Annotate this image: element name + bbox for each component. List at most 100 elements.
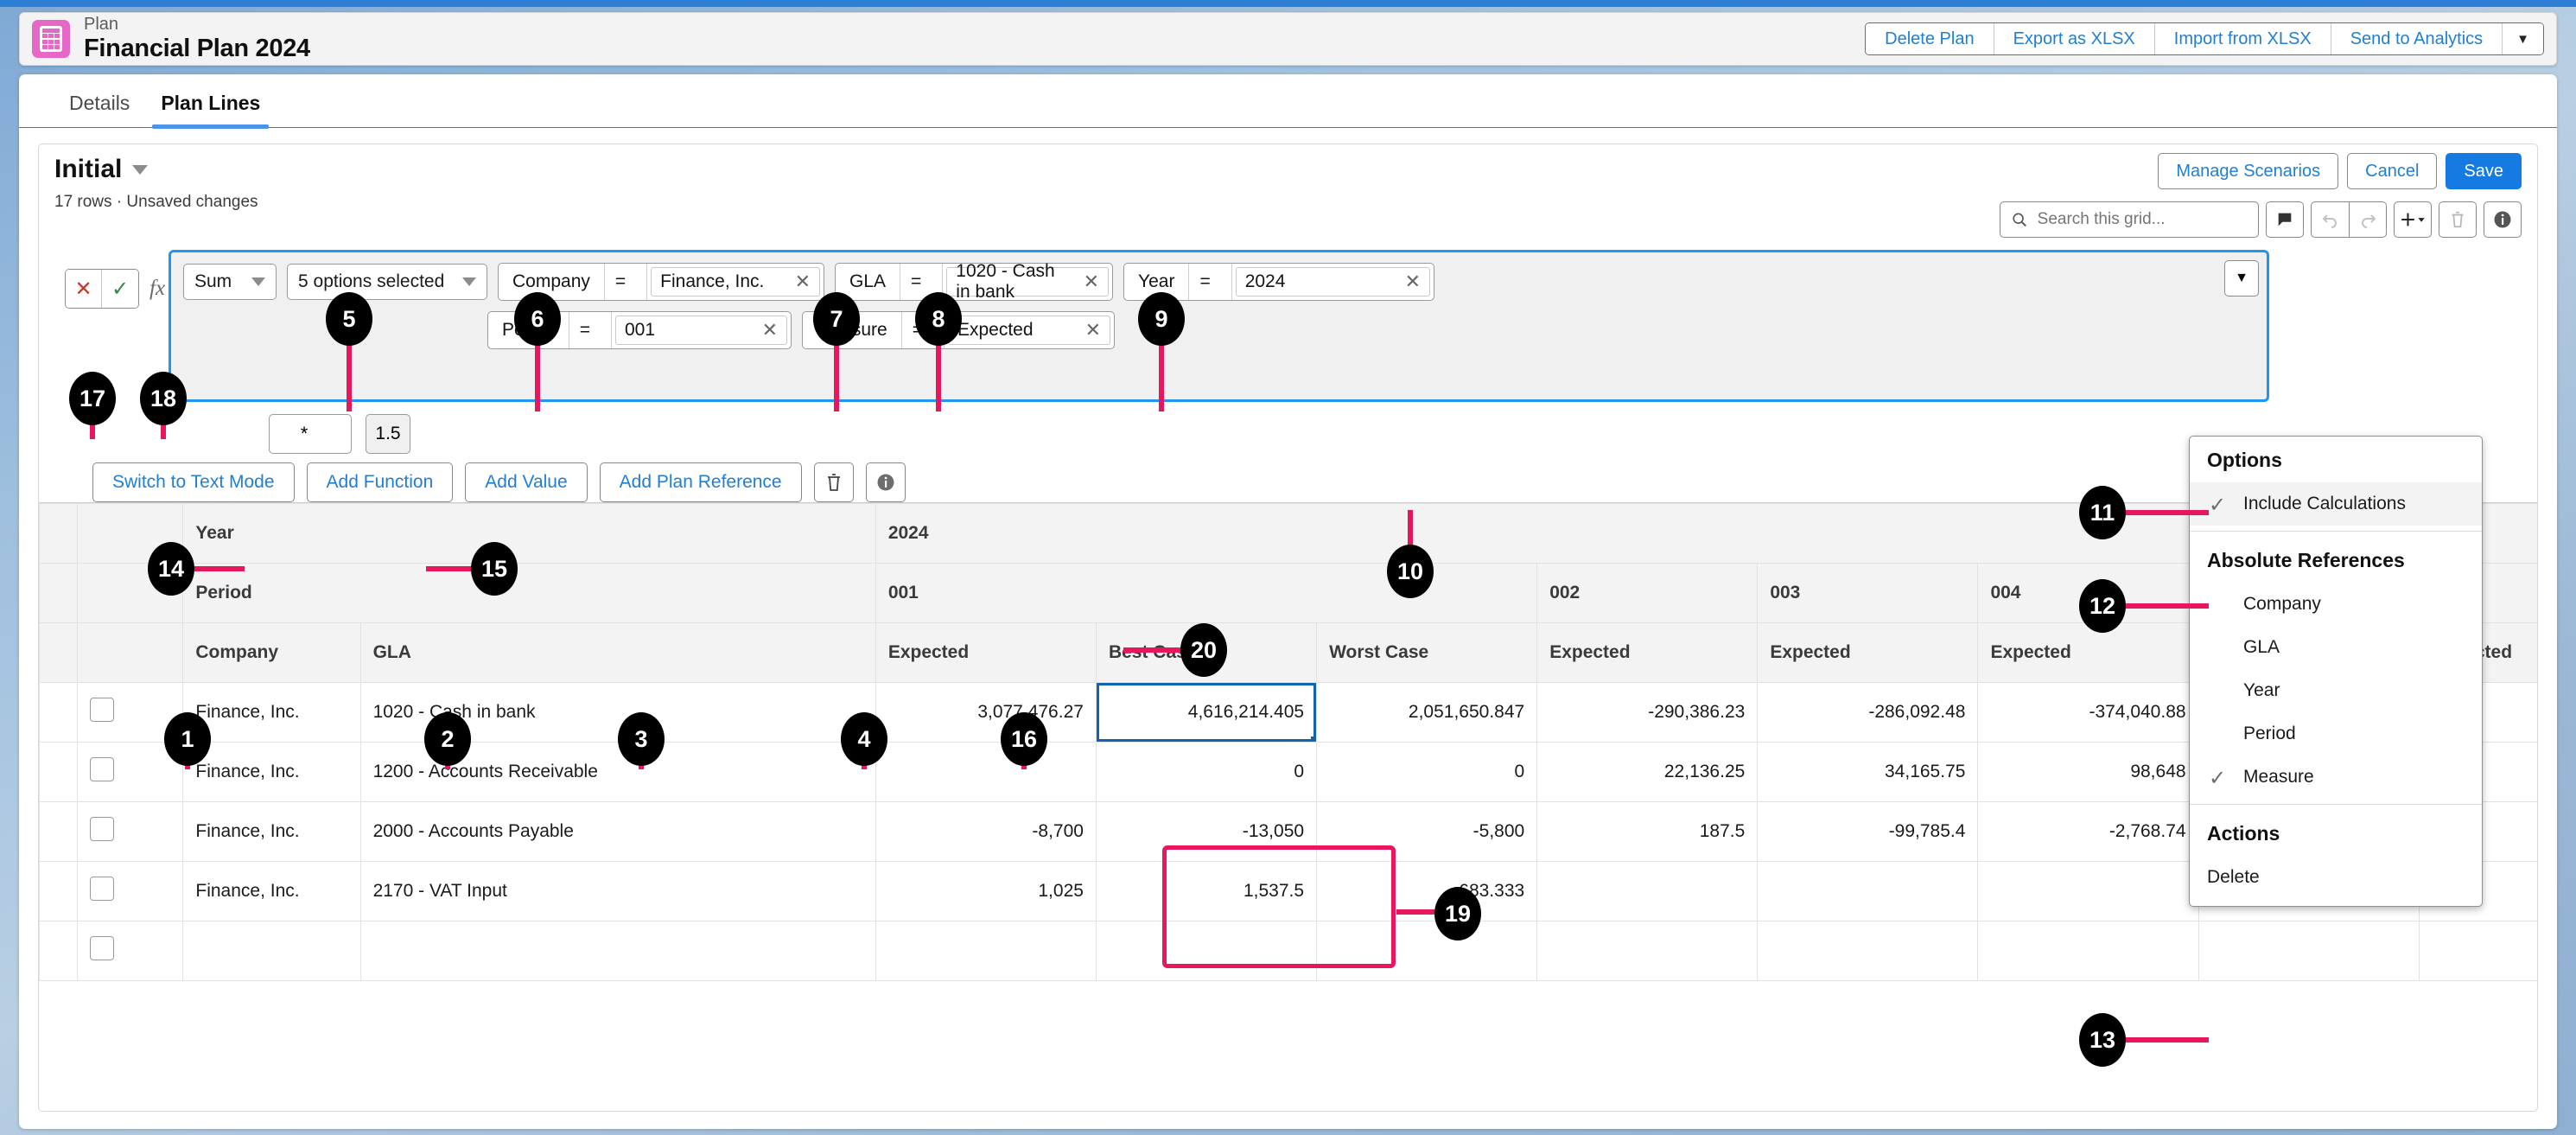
row-checkbox[interactable] [90, 936, 114, 960]
cell-value[interactable] [1978, 862, 2198, 921]
clear-icon[interactable]: ✕ [795, 271, 811, 293]
operand-value-chip[interactable]: 1.5 [366, 414, 410, 454]
cell-gla[interactable]: 2000 - Accounts Payable [360, 802, 875, 862]
cell-value[interactable] [1758, 862, 1978, 921]
cell-gla[interactable]: 2170 - VAT Input [360, 862, 875, 921]
options-multiselect[interactable]: 5 options selected [287, 264, 487, 300]
menu-item-gla[interactable]: GLA [2190, 626, 2482, 669]
clear-icon[interactable]: ✕ [762, 319, 778, 341]
cell-value[interactable]: 187.5 [1537, 802, 1758, 862]
table-row[interactable]: Finance, Inc. 1020 - Cash in bank 3,077,… [40, 683, 2538, 743]
add-function-button[interactable]: Add Function [307, 462, 454, 502]
switch-to-text-mode-button[interactable]: Switch to Text Mode [92, 462, 295, 502]
menu-item-period[interactable]: Period [2190, 712, 2482, 756]
token-value[interactable]: Finance, Inc.✕ [651, 267, 820, 297]
delete-icon[interactable] [2439, 201, 2477, 238]
cell-value[interactable]: -290,386.23 [1537, 683, 1758, 743]
cell-value[interactable]: 3,077,476.27 [875, 683, 1096, 743]
cell-value[interactable]: -2,768.74 [1978, 802, 2198, 862]
cell-gla[interactable] [360, 921, 875, 981]
export-xlsx-button[interactable]: Export as XLSX [1994, 23, 2155, 54]
info-icon[interactable] [866, 462, 906, 502]
token-operator[interactable]: = [605, 264, 647, 300]
menu-item-company[interactable]: Company [2190, 583, 2482, 626]
formula-options-menu[interactable]: Options ✓ Include Calculations Absolute … [2189, 436, 2483, 907]
search-input[interactable] [2036, 209, 2248, 230]
scenario-selector[interactable]: Initial [54, 155, 148, 184]
tab-details[interactable]: Details [54, 92, 145, 127]
cancel-button[interactable]: Cancel [2347, 153, 2437, 189]
menu-item-delete[interactable]: Delete [2190, 856, 2482, 899]
token-value[interactable]: Expected✕ [948, 316, 1110, 345]
row-checkbox[interactable] [90, 877, 114, 901]
cell-value[interactable]: 1,025 [875, 862, 1096, 921]
add-plan-reference-button[interactable]: Add Plan Reference [600, 462, 802, 502]
redo-icon[interactable] [2349, 201, 2387, 238]
plan-lines-grid[interactable]: Year 2024 Period 001 002 003 004 005 006 [39, 502, 2537, 1111]
undo-icon[interactable] [2311, 201, 2349, 238]
row-checkbox-cell[interactable] [78, 862, 183, 921]
cell-value[interactable]: -286,092.48 [1758, 683, 1978, 743]
cell-value[interactable]: 0 [1096, 743, 1316, 802]
cell-company[interactable]: Finance, Inc. [183, 802, 360, 862]
cell-value[interactable]: 98,648 [1978, 743, 2198, 802]
table-row[interactable]: Finance, Inc. 1200 - Accounts Receivable… [40, 743, 2538, 802]
table-row[interactable]: Finance, Inc. 2000 - Accounts Payable -8… [40, 802, 2538, 862]
clear-icon[interactable]: ✕ [1085, 319, 1101, 341]
clear-icon[interactable]: ✕ [1084, 271, 1099, 293]
cell-value[interactable]: -99,785.4 [1758, 802, 1978, 862]
trash-icon[interactable] [814, 462, 854, 502]
cell-value[interactable]: 0 [1317, 743, 1537, 802]
token-value[interactable]: 1020 - Cash in bank✕ [946, 267, 1109, 297]
token-value[interactable]: 001✕ [615, 316, 787, 345]
delete-plan-button[interactable]: Delete Plan [1866, 23, 1994, 54]
aggregate-select[interactable]: Sum [183, 264, 277, 300]
import-xlsx-button[interactable]: Import from XLSX [2155, 23, 2331, 54]
cell-company[interactable] [183, 921, 360, 981]
cell-company[interactable]: Finance, Inc. [183, 743, 360, 802]
row-checkbox-cell[interactable] [78, 921, 183, 981]
cell-value[interactable]: 22,136.25 [1537, 743, 1758, 802]
cell-value[interactable]: 34,165.75 [1758, 743, 1978, 802]
token-value[interactable]: 2024✕ [1236, 267, 1430, 297]
manage-scenarios-button[interactable]: Manage Scenarios [2158, 153, 2338, 189]
cell-value[interactable] [1758, 921, 1978, 981]
cell-value[interactable]: -374,040.88 [1978, 683, 2198, 743]
cell-value[interactable]: 1,537.5 [1096, 862, 1316, 921]
row-checkbox[interactable] [90, 817, 114, 841]
cell-value[interactable] [2419, 921, 2537, 981]
formula-options-caret-icon[interactable]: ▼ [2224, 260, 2259, 297]
comment-icon[interactable] [2266, 201, 2304, 238]
cell-company[interactable]: Finance, Inc. [183, 862, 360, 921]
formula-cancel-button[interactable]: ✕ [66, 270, 102, 308]
info-icon[interactable] [2484, 201, 2522, 238]
row-checkbox[interactable] [90, 698, 114, 722]
add-value-button[interactable]: Add Value [465, 462, 587, 502]
save-button[interactable]: Save [2446, 153, 2522, 189]
cell-value[interactable]: -13,050 [1096, 802, 1316, 862]
row-checkbox[interactable] [90, 757, 114, 781]
cell-value[interactable] [875, 743, 1096, 802]
cell-value-selected[interactable]: 4,616,214.405 [1096, 683, 1316, 743]
clear-icon[interactable]: ✕ [1405, 271, 1421, 293]
header-overflow-caret-icon[interactable]: ▼ [2503, 23, 2543, 54]
token-operator[interactable]: = [1189, 264, 1231, 300]
operator-select[interactable]: * [269, 414, 352, 454]
cell-value[interactable]: -5,800 [1317, 802, 1537, 862]
cell-value[interactable] [2198, 921, 2419, 981]
formula-accept-button[interactable]: ✓ [102, 270, 138, 308]
cell-value[interactable] [1537, 862, 1758, 921]
tab-plan-lines[interactable]: Plan Lines [145, 92, 276, 127]
filter-token-gla[interactable]: GLA = 1020 - Cash in bank✕ [835, 263, 1113, 301]
table-row[interactable] [40, 921, 2538, 981]
menu-item-year[interactable]: Year [2190, 669, 2482, 712]
add-icon[interactable] [2394, 201, 2432, 238]
cell-value[interactable]: 2,051,650.847 [1317, 683, 1537, 743]
send-to-analytics-button[interactable]: Send to Analytics [2331, 23, 2503, 54]
cell-value[interactable] [1317, 921, 1537, 981]
row-checkbox-cell[interactable] [78, 802, 183, 862]
cell-value[interactable]: -8,700 [875, 802, 1096, 862]
cell-value[interactable] [1978, 921, 2198, 981]
token-operator[interactable]: = [569, 312, 612, 348]
menu-item-include-calculations[interactable]: ✓ Include Calculations [2190, 482, 2482, 526]
